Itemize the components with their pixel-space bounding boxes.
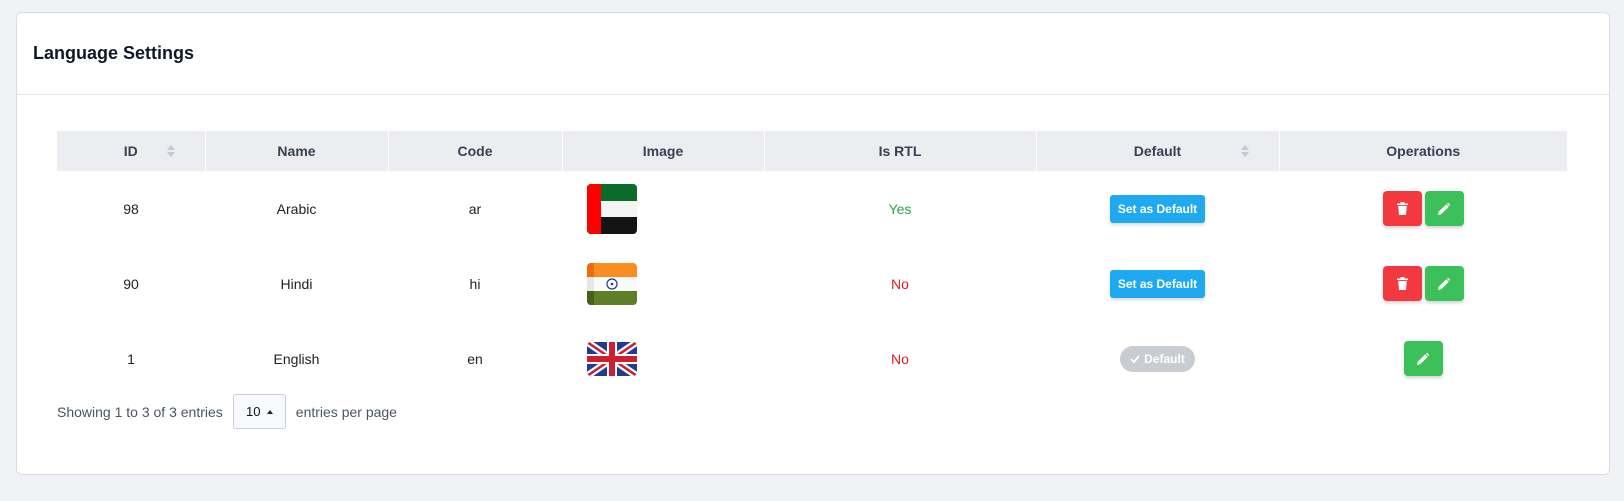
default-badge: Default xyxy=(1120,345,1195,372)
uae-flag-icon xyxy=(587,183,637,234)
edit-button[interactable] xyxy=(1424,266,1464,301)
check-icon xyxy=(1130,354,1140,363)
cell-code: ar xyxy=(468,200,482,217)
trash-icon xyxy=(1396,277,1408,290)
cell-default: Default xyxy=(1036,321,1279,396)
cell-operations xyxy=(1279,246,1567,321)
per-page-label: entries per page xyxy=(295,403,397,420)
cell-operations xyxy=(1279,171,1567,246)
pencil-icon xyxy=(1417,352,1429,365)
cell-name: Hindi xyxy=(280,275,313,292)
column-header-code: Code xyxy=(388,131,563,171)
edit-button[interactable] xyxy=(1424,191,1464,226)
cell-name: English xyxy=(273,350,320,367)
languages-table: ID Name Code Image Is RTL Default Operat… xyxy=(57,131,1567,396)
table-row: 98 Arabic ar Yes Set as Default xyxy=(57,171,1567,246)
table-footer: Showing 1 to 3 of 3 entries 10 entries p… xyxy=(57,394,397,429)
delete-button[interactable] xyxy=(1382,266,1422,301)
table-row: 90 Hindi hi No Set as Default xyxy=(57,246,1567,321)
set-as-default-button[interactable]: Set as Default xyxy=(1109,269,1206,298)
cell-name: Arabic xyxy=(276,200,317,217)
column-header-name: Name xyxy=(205,131,389,171)
page-title: Language Settings xyxy=(33,43,195,63)
card-header: Language Settings xyxy=(17,13,1609,95)
sort-icon[interactable] xyxy=(166,145,175,157)
column-header-default[interactable]: Default xyxy=(1036,131,1280,171)
per-page-select[interactable]: 10 xyxy=(232,394,286,429)
entries-summary: Showing 1 to 3 of 3 entries xyxy=(57,403,223,420)
column-header-operations: Operations xyxy=(1279,131,1567,171)
trash-icon xyxy=(1396,202,1408,215)
pencil-icon xyxy=(1438,277,1450,290)
cell-default: Set as Default xyxy=(1036,246,1279,321)
india-flag-icon xyxy=(587,262,637,305)
cell-image xyxy=(562,171,764,246)
sort-icon[interactable] xyxy=(1240,145,1249,157)
column-header-id[interactable]: ID xyxy=(57,131,206,171)
pencil-icon xyxy=(1438,202,1450,215)
cell-image xyxy=(562,246,764,321)
cell-id: 98 xyxy=(123,200,139,217)
table-header-row: ID Name Code Image Is RTL Default Operat… xyxy=(57,131,1567,171)
cell-code: hi xyxy=(469,275,481,292)
cell-operations xyxy=(1279,321,1567,396)
delete-button[interactable] xyxy=(1382,191,1422,226)
set-as-default-button[interactable]: Set as Default xyxy=(1109,194,1206,223)
column-header-is-rtl: Is RTL xyxy=(764,131,1037,171)
cell-code: en xyxy=(467,350,483,367)
cell-id: 1 xyxy=(127,350,135,367)
cell-is-rtl: Yes xyxy=(888,200,912,217)
edit-button[interactable] xyxy=(1403,341,1443,376)
uk-flag-icon xyxy=(587,341,637,376)
cell-image xyxy=(562,321,764,396)
cell-id: 90 xyxy=(123,275,139,292)
cell-is-rtl: No xyxy=(891,275,909,292)
cell-default: Set as Default xyxy=(1036,171,1279,246)
cell-is-rtl: No xyxy=(891,350,909,367)
column-header-image: Image xyxy=(562,131,765,171)
table-row: 1 English en No Default xyxy=(57,321,1567,396)
caret-up-icon xyxy=(266,409,273,414)
language-settings-card: Language Settings ID Name Code Image Is … xyxy=(16,12,1610,475)
